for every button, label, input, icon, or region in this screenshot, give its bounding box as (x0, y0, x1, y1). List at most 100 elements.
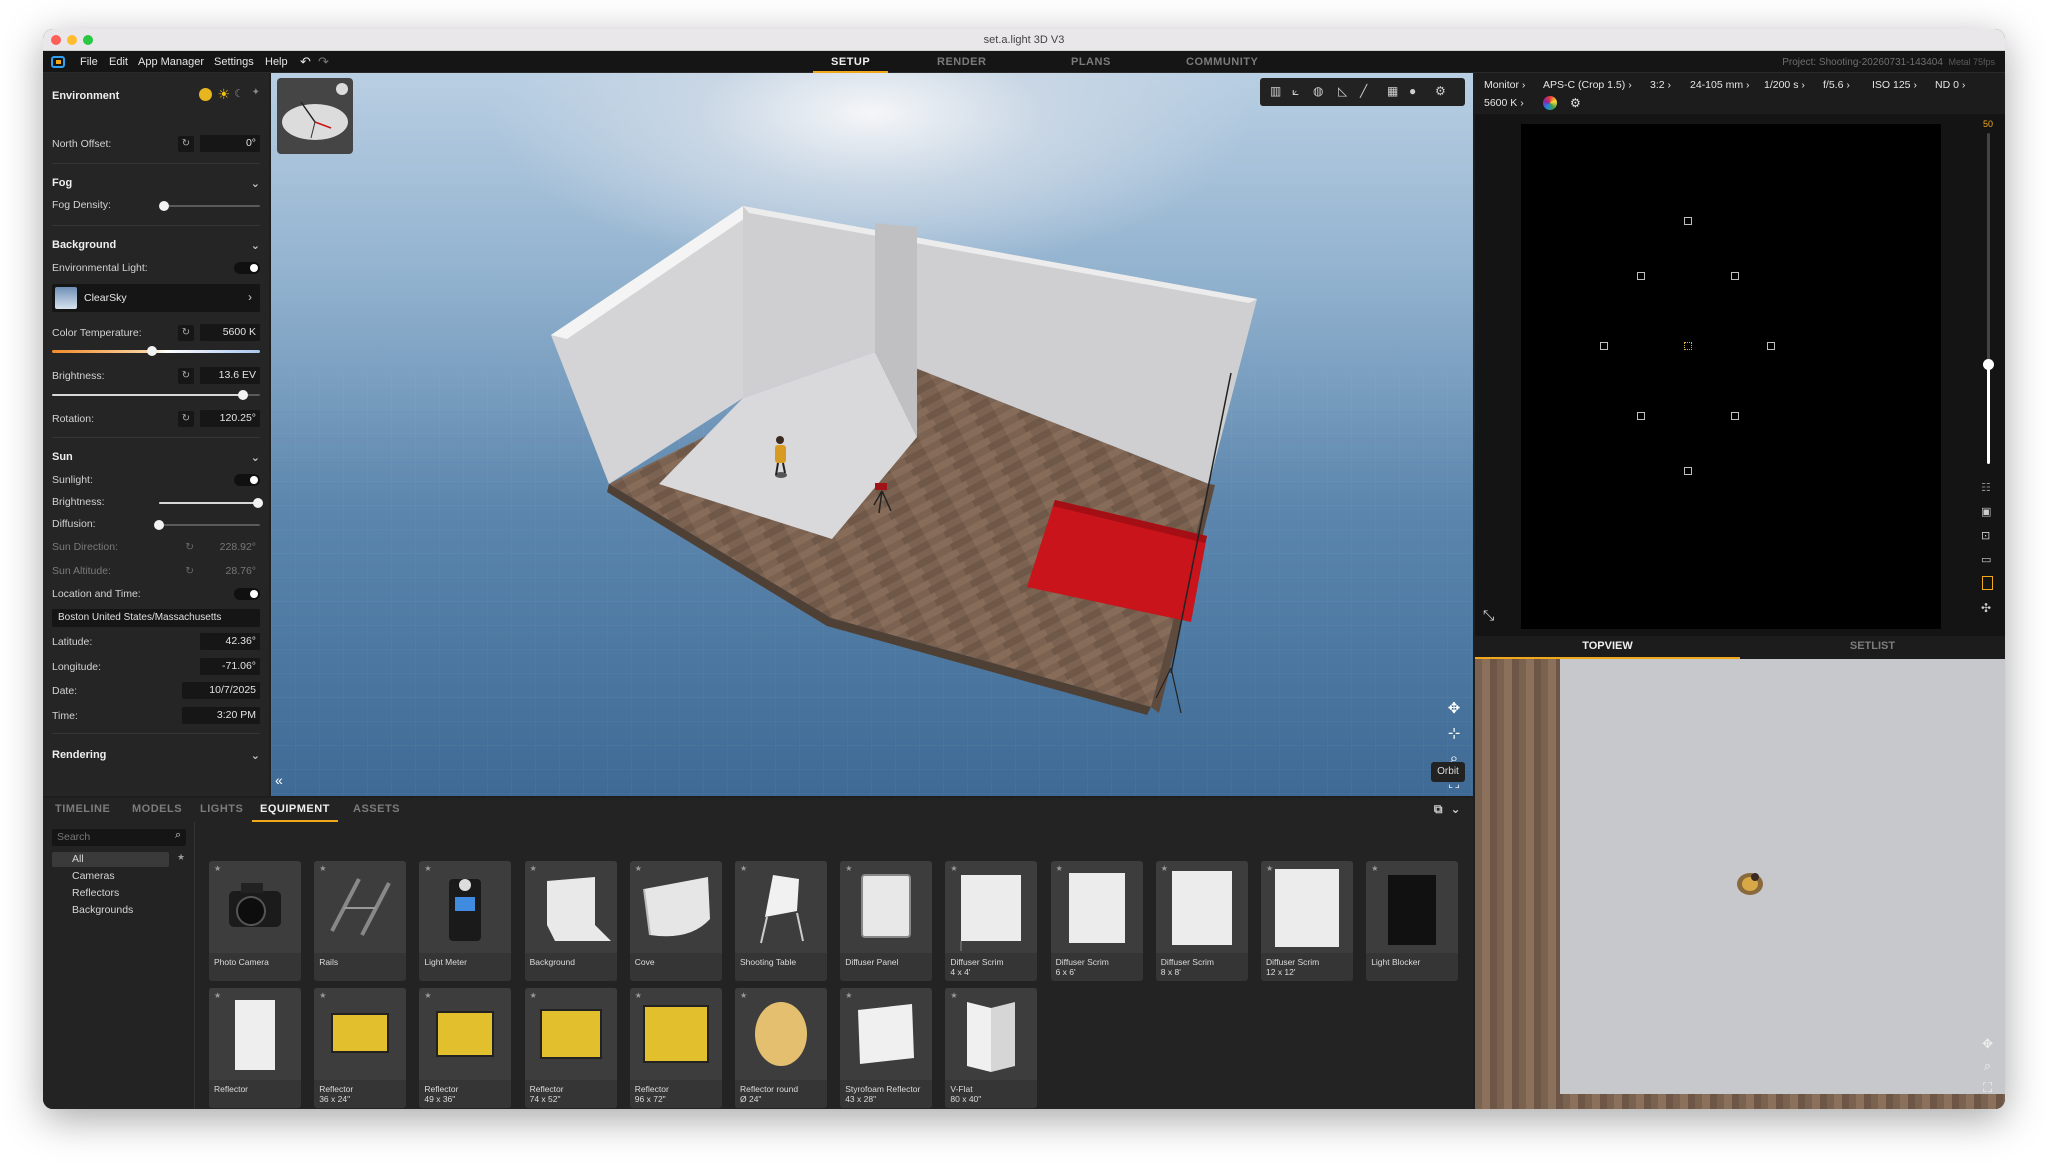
menu-file[interactable]: File (80, 51, 98, 73)
category-reflectors[interactable]: Reflectors (72, 887, 119, 899)
favorite-star-icon[interactable]: ★ (530, 864, 537, 873)
equipment-card[interactable]: ★ Reflector 96 x 72" (629, 988, 722, 1108)
north-offset-field[interactable]: 0° (200, 135, 260, 152)
chip-iso[interactable]: ISO 125 › (1872, 76, 1917, 94)
equipment-card[interactable]: ★ Reflector 49 x 36" (419, 988, 512, 1108)
favorite-star-icon[interactable]: ★ (1266, 864, 1273, 873)
equipment-card[interactable]: ★ Background (524, 861, 617, 981)
reset-icon[interactable]: ↻ (178, 136, 194, 152)
menu-help[interactable]: Help (265, 51, 288, 73)
measure-icon[interactable]: ◺ (1338, 84, 1347, 98)
move-icon[interactable]: ✥ (1443, 696, 1465, 721)
zoom-icon[interactable]: ⌕ (1982, 1055, 1993, 1077)
sun-icon[interactable]: ☀ (217, 86, 230, 103)
reset-icon[interactable]: ↻ (178, 325, 194, 341)
redo-icon[interactable]: ↷ (318, 51, 329, 73)
chip-kelvin[interactable]: 5600 K › (1484, 94, 1524, 112)
diffusion-slider[interactable] (159, 524, 260, 526)
tab-timeline[interactable]: TIMELINE (55, 798, 110, 820)
favorite-star-icon[interactable]: ★ (950, 991, 957, 1000)
camera-monitor[interactable] (1521, 124, 1941, 629)
view-gizmo[interactable] (277, 78, 353, 154)
category-backgrounds[interactable]: Backgrounds (72, 904, 133, 916)
sunlight-toggle[interactable] (234, 474, 260, 486)
equipment-card[interactable]: ★ Diffuser Scrim 8 x 8' (1155, 861, 1248, 981)
minimize-window-button[interactable] (67, 35, 77, 45)
undo-icon[interactable]: ↶ (300, 51, 311, 73)
favorite-star-icon[interactable]: ★ (950, 864, 957, 873)
equipment-card[interactable]: ★ Diffuser Scrim 6 x 6' (1050, 861, 1143, 981)
favorite-star-icon[interactable]: ★ (424, 991, 431, 1000)
chip-lens[interactable]: 24-105 mm › (1690, 76, 1750, 94)
chevron-down-icon[interactable]: ⌄ (251, 177, 260, 190)
zoom-slider-knob[interactable] (1983, 359, 1994, 370)
latitude-field[interactable]: 42.36° (200, 633, 260, 650)
menu-edit[interactable]: Edit (109, 51, 128, 73)
search-input[interactable]: Search (52, 829, 186, 846)
favorite-star-icon[interactable]: ★ (424, 864, 431, 873)
favorite-star-icon[interactable]: ★ (319, 991, 326, 1000)
chevron-down-icon[interactable]: ⌄ (251, 749, 260, 762)
moon-sun-icon[interactable] (199, 88, 212, 101)
brightness-field[interactable]: 13.6 EV (200, 367, 260, 384)
favorite-star-icon[interactable]: ★ (845, 864, 852, 873)
fog-density-slider-knob[interactable] (159, 201, 169, 211)
color-temperature-slider-knob[interactable] (146, 346, 157, 356)
zoom-window-button[interactable] (83, 35, 93, 45)
chip-shutter[interactable]: 1/200 s › (1764, 76, 1805, 94)
tab-setlist[interactable]: SETLIST (1740, 636, 2005, 657)
search-icon[interactable]: ⌕ (175, 829, 181, 842)
brightness-slider-knob[interactable] (238, 390, 249, 400)
frame-icon[interactable]: ▣ (1981, 505, 1991, 518)
diffusion-slider-knob[interactable] (154, 520, 164, 530)
rotation-field[interactable]: 120.25° (200, 410, 260, 427)
favorite-star-icon[interactable]: ★ (214, 864, 221, 873)
equipment-card[interactable]: ★ Reflector (209, 988, 301, 1108)
favorite-icon[interactable]: ★ (177, 852, 185, 863)
model-figure[interactable] (775, 445, 786, 463)
category-cameras[interactable]: Cameras (72, 870, 115, 882)
pan-icon[interactable]: ⊹ (1443, 721, 1465, 746)
grid-icon[interactable]: ▦ (1387, 84, 1398, 98)
reset-icon[interactable]: ↻ (178, 368, 194, 384)
env-light-toggle[interactable] (234, 262, 260, 274)
location-field[interactable]: Boston United States/Massachusetts (52, 609, 260, 627)
tab-lights[interactable]: LIGHTS (200, 798, 243, 820)
favorite-star-icon[interactable]: ★ (319, 864, 326, 873)
date-field[interactable]: 10/7/2025 (182, 682, 260, 699)
reset-icon[interactable]: ↻ (178, 411, 194, 427)
category-all[interactable]: All (72, 853, 84, 865)
equipment-card[interactable]: ★ Reflector 36 x 24" (314, 988, 407, 1108)
collapse-panel-icon[interactable]: « (275, 772, 283, 788)
color-wheel-icon[interactable] (1543, 96, 1557, 110)
favorite-star-icon[interactable]: ★ (740, 991, 747, 1000)
tab-topview[interactable]: TOPVIEW (1475, 636, 1740, 659)
time-field[interactable]: 3:20 PM (182, 707, 260, 724)
tab-models[interactable]: MODELS (132, 798, 182, 820)
tab-render[interactable]: RENDER (937, 51, 986, 73)
equipment-card[interactable]: ★ Cove (629, 861, 722, 981)
tab-community[interactable]: COMMUNITY (1186, 51, 1258, 73)
equipment-card[interactable]: ★ Rails (314, 861, 407, 981)
gear-icon[interactable]: ⚙ (1435, 84, 1446, 98)
equipment-card[interactable]: ★ Light Blocker (1366, 861, 1459, 981)
favorite-star-icon[interactable]: ★ (635, 991, 642, 1000)
equipment-card[interactable]: ★ Reflector 74 x 52" (524, 988, 617, 1108)
sliders-icon[interactable]: ☷ (1981, 481, 1991, 494)
longitude-field[interactable]: -71.06° (200, 658, 260, 675)
chip-sensor[interactable]: APS-C (Crop 1.5) › (1543, 76, 1632, 94)
tab-setup[interactable]: SETUP (813, 51, 889, 73)
night-icon[interactable]: ☾ (234, 87, 244, 100)
menu-settings[interactable]: Settings (214, 51, 254, 73)
sky-selector[interactable]: ClearSky › (52, 284, 260, 312)
move-icon[interactable]: ✥ (1982, 1033, 1993, 1055)
favorite-star-icon[interactable]: ★ (1056, 864, 1063, 873)
tab-equipment[interactable]: EQUIPMENT (252, 798, 338, 822)
gear-icon[interactable]: ⚙ (1570, 94, 1581, 112)
tab-assets[interactable]: ASSETS (353, 798, 400, 820)
color-temperature-field[interactable]: 5600 K (200, 324, 260, 341)
fog-density-slider[interactable] (164, 205, 260, 207)
pin-icon[interactable]: ✦ (252, 87, 260, 98)
equipment-card[interactable]: ★ Styrofoam Reflector 43 x 28" (840, 988, 933, 1108)
3d-viewport[interactable]: ▥ ⟀ ◍ ◺ ╱ ▦ ● ⚙ ✥ ⊹ ⌕ ⛶ Orbit « (271, 73, 1473, 796)
